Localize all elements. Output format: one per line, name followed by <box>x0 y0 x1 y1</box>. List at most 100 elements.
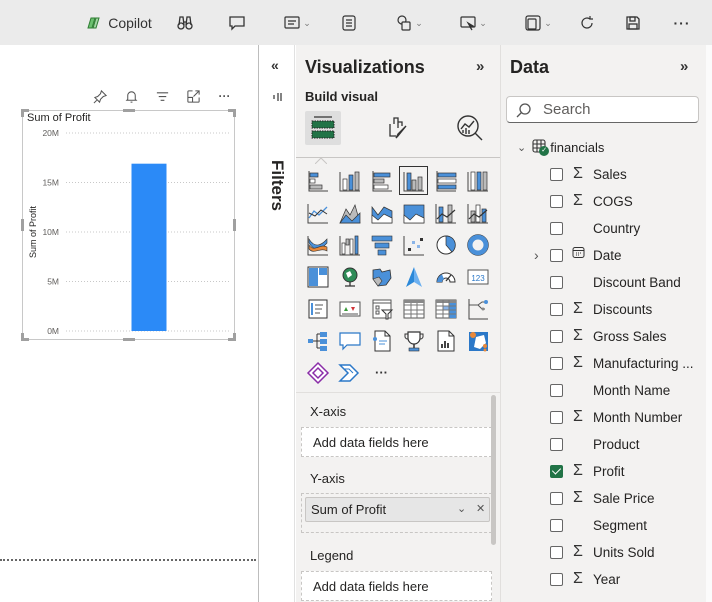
field-item[interactable]: Σ Sale Price <box>501 488 712 508</box>
collapse-visualizations-button[interactable]: » <box>476 58 484 75</box>
donut-chart-button[interactable] <box>463 230 492 259</box>
stacked-bar-chart-button[interactable] <box>303 166 332 195</box>
copilot-button[interactable]: Copilot <box>82 10 154 36</box>
100-stacked-column-chart-button[interactable] <box>463 166 492 195</box>
more-visuals-button[interactable]: ··· <box>367 358 396 387</box>
y-axis-well[interactable]: Sum of Profit ⌄ ✕ <box>301 493 492 533</box>
power-apps-button[interactable] <box>303 358 332 387</box>
line-clustered-column-chart-button[interactable] <box>463 198 492 227</box>
alert-button[interactable] <box>116 87 147 105</box>
filter-button[interactable] <box>147 87 178 105</box>
resize-handle[interactable] <box>233 109 236 117</box>
key-influencers-button[interactable] <box>303 326 332 355</box>
field-checkbox[interactable] <box>550 464 563 478</box>
smart-narrative-visual-button[interactable] <box>367 326 396 355</box>
funnel-chart-button[interactable] <box>367 230 396 259</box>
field-checkbox[interactable] <box>550 518 563 532</box>
filters-pane[interactable]: « Filters <box>259 45 295 602</box>
clustered-bar-chart-button[interactable] <box>367 166 396 195</box>
field-item[interactable]: Σ Units Sold <box>501 542 712 562</box>
ribbon-chart-button[interactable] <box>303 230 332 259</box>
field-item[interactable]: › Date <box>501 245 712 265</box>
field-checkbox[interactable] <box>550 248 563 262</box>
field-item[interactable]: Σ Year <box>501 569 712 589</box>
buttons-button[interactable]: ⌄ <box>450 10 496 36</box>
field-item[interactable]: Segment <box>501 515 712 535</box>
100-stacked-area-chart-button[interactable] <box>399 198 428 227</box>
table-button[interactable] <box>399 294 428 323</box>
field-checkbox[interactable] <box>550 383 563 397</box>
tab-build-visual[interactable] <box>305 111 341 145</box>
filters-label[interactable]: Filters <box>267 160 287 211</box>
scatter-chart-button[interactable] <box>399 230 428 259</box>
pin-visual-button[interactable] <box>85 87 116 105</box>
filled-map-button[interactable] <box>367 262 396 291</box>
chevron-right-icon[interactable]: › <box>534 247 539 263</box>
field-item[interactable]: Country <box>501 218 712 238</box>
smart-narrative-button[interactable]: ⌄ <box>274 10 320 36</box>
shapes-button[interactable]: ⌄ <box>386 10 432 36</box>
field-item[interactable]: Month Name <box>501 380 712 400</box>
column-chart-visual[interactable]: Sum of Profit 0M 5M 10M 15M 20M Sum of Profit <box>21 109 236 341</box>
map-button[interactable] <box>335 262 364 291</box>
resize-handle[interactable] <box>233 333 236 341</box>
y-axis-field-pill[interactable]: Sum of Profit ⌄ ✕ <box>305 497 490 522</box>
resize-handle[interactable] <box>21 109 24 117</box>
wells-scrollbar[interactable] <box>491 395 496 545</box>
field-item[interactable]: Σ Gross Sales <box>501 326 712 346</box>
focus-mode-button[interactable] <box>178 87 209 105</box>
field-checkbox[interactable] <box>550 410 563 424</box>
clustered-column-chart-button[interactable] <box>399 166 428 195</box>
paginated-report-button[interactable] <box>431 326 460 355</box>
treemap-button[interactable] <box>303 262 332 291</box>
field-checkbox[interactable] <box>550 275 563 289</box>
field-item[interactable]: Σ Manufacturing ... <box>501 353 712 373</box>
field-checkbox[interactable] <box>550 329 563 343</box>
resize-handle[interactable] <box>123 338 135 341</box>
expand-filters-button[interactable]: « <box>271 57 279 73</box>
field-checkbox[interactable] <box>550 302 563 316</box>
tab-analytics[interactable] <box>452 111 488 145</box>
stacked-column-chart-button[interactable] <box>335 166 364 195</box>
stacked-area-chart-button[interactable] <box>367 198 396 227</box>
field-checkbox[interactable] <box>550 572 563 586</box>
save-button[interactable] <box>622 10 644 36</box>
binoculars-button[interactable] <box>173 10 197 36</box>
100-stacked-bar-chart-button[interactable] <box>431 166 460 195</box>
field-checkbox[interactable] <box>550 356 563 370</box>
field-item[interactable]: Σ Discounts <box>501 299 712 319</box>
report-canvas[interactable]: ··· Sum of Profit 0M 5M 10M 15M 20M Sum of Pr… <box>0 45 258 602</box>
matrix-button[interactable] <box>431 294 460 323</box>
refresh-button[interactable] <box>576 10 598 36</box>
arcgis-map-button[interactable] <box>463 326 492 355</box>
legend-well[interactable]: Add data fields here <box>301 571 492 601</box>
remove-field-icon[interactable]: ✕ <box>476 502 485 515</box>
metrics-button[interactable] <box>399 326 428 355</box>
field-checkbox[interactable] <box>550 491 563 505</box>
line-stacked-column-chart-button[interactable] <box>431 198 460 227</box>
field-item[interactable]: Product <box>501 434 712 454</box>
field-item[interactable]: Σ Sales <box>501 164 712 184</box>
line-chart-button[interactable] <box>303 198 332 227</box>
kpi-button[interactable] <box>335 294 364 323</box>
card-button[interactable]: 123 <box>463 262 492 291</box>
azure-map-button[interactable] <box>399 262 428 291</box>
resize-handle[interactable] <box>21 219 24 231</box>
comment-button[interactable] <box>225 10 249 36</box>
more-button[interactable]: ··· <box>670 10 694 36</box>
collapse-data-button[interactable]: » <box>680 58 688 75</box>
field-item[interactable]: Σ COGS <box>501 191 712 211</box>
table-financials[interactable]: ⌄ ✓ financials <box>517 137 604 157</box>
resize-handle[interactable] <box>21 333 24 341</box>
gauge-button[interactable] <box>431 262 460 291</box>
q-and-a-button[interactable] <box>335 326 364 355</box>
multi-row-card-button[interactable] <box>303 294 332 323</box>
slicer-button[interactable] <box>367 294 396 323</box>
field-item[interactable]: Σ Profit <box>501 461 712 481</box>
field-checkbox[interactable] <box>550 545 563 559</box>
field-checkbox[interactable] <box>550 221 563 235</box>
x-axis-well[interactable]: Add data fields here <box>301 427 492 457</box>
field-checkbox[interactable] <box>550 194 563 208</box>
field-dropdown-icon[interactable]: ⌄ <box>457 502 466 515</box>
search-input[interactable]: Search <box>506 96 699 123</box>
